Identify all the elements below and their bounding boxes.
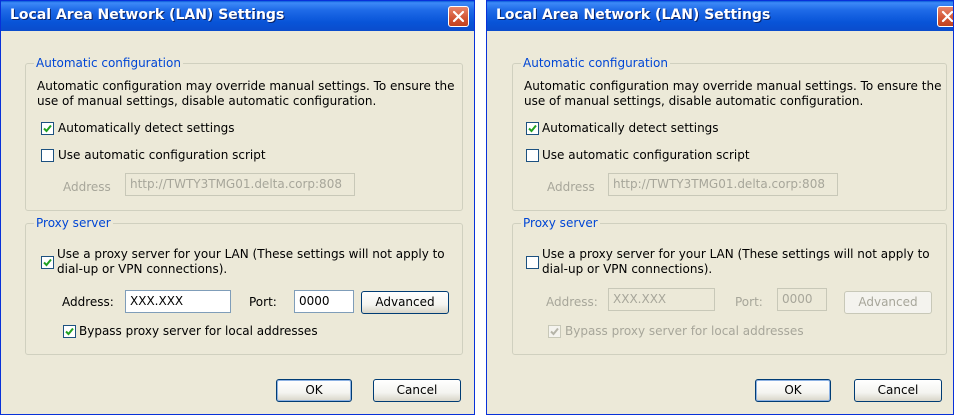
- close-icon: [452, 10, 465, 23]
- advanced-button[interactable]: Advanced: [844, 291, 932, 314]
- dialog-title: Local Area Network (LAN) Settings: [10, 7, 285, 23]
- auto-detect-checkbox[interactable]: [526, 122, 539, 135]
- proxy-port-field[interactable]: 0000: [294, 290, 354, 313]
- proxy-address-label: Address:: [62, 295, 114, 309]
- bypass-local-checkbox[interactable]: [548, 325, 561, 338]
- auto-config-script-checkbox[interactable]: [41, 149, 54, 162]
- close-button[interactable]: [937, 6, 953, 27]
- close-icon: [941, 10, 953, 23]
- use-proxy-label-line2[interactable]: dial-up or VPN connections).: [57, 262, 227, 277]
- script-address-field[interactable]: http://TWTY3TMG01.delta.corp:808: [608, 173, 838, 196]
- auto-config-description-line2: use of manual settings, disable automati…: [37, 94, 377, 108]
- bypass-local-label[interactable]: Bypass proxy server for local addresses: [79, 324, 318, 339]
- auto-config-description-line2: use of manual settings, disable automati…: [524, 94, 864, 108]
- title-bar[interactable]: Local Area Network (LAN) Settings: [487, 1, 953, 31]
- bypass-local-label[interactable]: Bypass proxy server for local addresses: [565, 324, 804, 339]
- script-address-label: Address: [63, 180, 111, 194]
- script-address-field[interactable]: http://TWTY3TMG01.delta.corp:808: [125, 173, 355, 196]
- cancel-button[interactable]: Cancel: [854, 379, 942, 402]
- auto-config-script-checkbox[interactable]: [526, 149, 539, 162]
- auto-config-description-line1: Automatic configuration may override man…: [524, 79, 942, 93]
- auto-config-description-line1: Automatic configuration may override man…: [37, 79, 455, 93]
- proxy-port-field[interactable]: 0000: [777, 288, 827, 311]
- close-button[interactable]: [448, 6, 469, 27]
- cancel-button[interactable]: Cancel: [373, 379, 461, 402]
- use-proxy-label-line1[interactable]: Use a proxy server for your LAN (These s…: [542, 247, 930, 262]
- use-proxy-label-line1[interactable]: Use a proxy server for your LAN (These s…: [57, 247, 445, 262]
- script-address-label: Address: [547, 180, 595, 194]
- use-proxy-label-line2[interactable]: dial-up or VPN connections).: [542, 262, 712, 277]
- ok-button[interactable]: OK: [276, 379, 352, 402]
- auto-config-script-label[interactable]: Use automatic configuration script: [542, 148, 750, 163]
- checkmark-icon: [65, 327, 74, 336]
- use-proxy-checkbox[interactable]: [526, 256, 539, 269]
- checkmark-icon: [43, 258, 52, 267]
- proxy-server-legend: Proxy server: [34, 216, 113, 230]
- lan-settings-dialog-proxy-disabled: Local Area Network (LAN) Settings Automa…: [486, 0, 954, 415]
- auto-detect-label[interactable]: Automatically detect settings: [58, 121, 235, 136]
- proxy-address-label: Address:: [546, 295, 598, 309]
- advanced-button[interactable]: Advanced: [361, 291, 449, 314]
- dialog-title: Local Area Network (LAN) Settings: [496, 7, 771, 23]
- checkmark-icon: [550, 327, 559, 336]
- automatic-configuration-legend: Automatic configuration: [521, 56, 670, 70]
- auto-config-script-label[interactable]: Use automatic configuration script: [58, 148, 266, 163]
- auto-detect-label[interactable]: Automatically detect settings: [542, 121, 719, 136]
- proxy-server-legend: Proxy server: [521, 216, 600, 230]
- proxy-port-label: Port:: [735, 295, 763, 309]
- ok-button[interactable]: OK: [755, 379, 831, 402]
- proxy-port-label: Port:: [249, 295, 277, 309]
- proxy-address-field[interactable]: XXX.XXX: [608, 288, 715, 311]
- title-bar[interactable]: Local Area Network (LAN) Settings: [1, 1, 474, 31]
- lan-settings-dialog-proxy-enabled: Local Area Network (LAN) Settings Automa…: [0, 0, 475, 415]
- checkmark-icon: [43, 124, 52, 133]
- checkmark-icon: [528, 124, 537, 133]
- auto-detect-checkbox[interactable]: [41, 122, 54, 135]
- use-proxy-checkbox[interactable]: [41, 256, 54, 269]
- bypass-local-checkbox[interactable]: [63, 325, 76, 338]
- proxy-address-field[interactable]: XXX.XXX: [125, 290, 231, 313]
- automatic-configuration-legend: Automatic configuration: [34, 56, 183, 70]
